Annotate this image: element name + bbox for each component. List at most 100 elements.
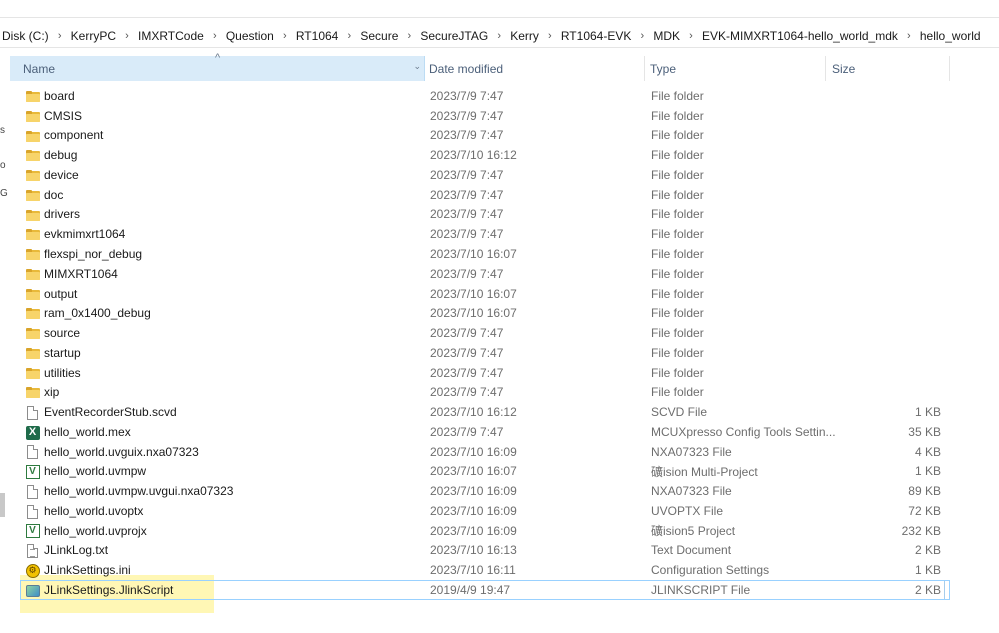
file-type: File folder (651, 207, 704, 222)
breadcrumb-item[interactable]: EVK-MIMXRT1064-hello_world_mdk (696, 25, 904, 47)
file-name: hello_world.mex (44, 424, 131, 439)
chevron-right-icon[interactable]: › (545, 25, 555, 47)
chevron-right-icon[interactable]: › (122, 25, 132, 47)
file-row[interactable]: Vhello_world.uvmpw 2023/7/10 16:07 礦ision … (20, 462, 950, 482)
address-breadcrumb-bar[interactable]: Disk (C:) › KerryPC › IMXRTCode › Question › RT1… (0, 24, 999, 48)
file-type: File folder (651, 306, 704, 321)
file-name: hello_world.uvprojx (44, 523, 147, 538)
file-name: hello_world.uvmpw (44, 464, 147, 479)
document-icon (25, 445, 40, 460)
file-type: File folder (651, 167, 704, 182)
breadcrumb-item[interactable]: IMXRTCode (132, 25, 210, 47)
file-name: doc (44, 187, 64, 202)
file-row[interactable]: Xhello_world.mex 2023/7/9 7:47 MCUXpresso … (20, 422, 950, 442)
chevron-down-icon[interactable]: ⌄ (413, 61, 421, 72)
file-row[interactable]: evkmimxrt1064 2023/7/9 7:47 File folder (20, 224, 950, 244)
file-row[interactable]: startup 2023/7/9 7:47 File folder (20, 343, 950, 363)
column-header-date[interactable]: Date modified (424, 56, 645, 81)
file-row[interactable]: JLinkLog.txt 2023/7/10 16:13 Text Document… (20, 541, 950, 561)
breadcrumb-item[interactable]: RT1064 (290, 25, 344, 47)
file-name: hello_world.uvoptx (44, 503, 144, 518)
breadcrumb-item[interactable]: MDK (647, 25, 686, 47)
file-row[interactable]: output 2023/7/10 16:07 File folder (20, 284, 950, 304)
file-type: File folder (651, 365, 704, 380)
file-row[interactable]: EventRecorderStub.scvd 2023/7/10 16:12 SCV… (20, 402, 950, 422)
file-row[interactable]: hello_world.uvoptx 2023/7/10 16:09 UVOPTX … (20, 501, 950, 521)
file-name: EventRecorderStub.scvd (44, 405, 177, 420)
chevron-right-icon[interactable]: › (404, 25, 414, 47)
breadcrumb-item[interactable]: KerryPC (65, 25, 122, 47)
file-name: hello_world.uvguix.nxa07323 (44, 444, 199, 459)
folder-icon (25, 129, 40, 144)
breadcrumb-item[interactable]: Secure (354, 25, 404, 47)
mcuxpresso-config-icon: X (25, 425, 40, 440)
file-size: 2 KB (914, 583, 941, 598)
file-row[interactable]: debug 2023/7/10 16:12 File folder (20, 145, 950, 165)
file-row[interactable]: Vhello_world.uvprojx 2023/7/10 16:09 礦isio… (20, 521, 950, 541)
folder-icon (25, 89, 40, 104)
file-row[interactable]: ram_0x1400_debug 2023/7/10 16:07 File fold… (20, 303, 950, 323)
file-type: File folder (651, 247, 704, 261)
file-type: MCUXpresso Config Tools Settin... (651, 424, 836, 439)
column-header-type[interactable]: Type (645, 56, 826, 81)
nav-pane-scrollbar-thumb[interactable] (0, 493, 5, 517)
file-name: JLinkSettings.ini (44, 563, 131, 578)
file-row[interactable]: source 2023/7/9 7:47 File folder (20, 323, 950, 343)
file-name: debug (44, 148, 78, 163)
chevron-up-icon: ^ (215, 52, 221, 64)
file-row[interactable]: MIMXRT1064 2023/7/9 7:47 File folder (20, 264, 950, 284)
file-date-modified: 2023/7/9 7:47 (430, 207, 504, 222)
chevron-right-icon[interactable]: › (686, 25, 696, 47)
column-header-size[interactable]: Size (826, 56, 950, 81)
breadcrumb-item[interactable]: Kerry (504, 25, 545, 47)
file-row[interactable]: doc 2023/7/9 7:47 File folder (20, 185, 950, 205)
file-row[interactable]: xip 2023/7/9 7:47 File folder (20, 382, 950, 402)
file-row[interactable]: utilities 2023/7/9 7:47 File folder (20, 363, 950, 383)
file-date-modified: 2023/7/10 16:11 (430, 563, 516, 578)
file-name: xip (44, 385, 60, 400)
file-size: 1 KB (914, 405, 941, 420)
file-name: MIMXRT1064 (44, 266, 118, 281)
file-type: File folder (651, 148, 704, 163)
folder-icon (25, 109, 40, 124)
chevron-right-icon[interactable]: › (55, 25, 65, 47)
config-settings-icon: ⚙ (25, 563, 40, 578)
breadcrumb-item[interactable]: Question (220, 25, 280, 47)
chevron-right-icon[interactable]: › (904, 25, 914, 47)
file-row[interactable]: JLinkSettings.JlinkScript 2019/4/9 19:47 J… (20, 580, 950, 600)
file-row[interactable]: hello_world.uvguix.nxa07323 2023/7/10 16:… (20, 442, 950, 462)
chevron-right-icon[interactable]: › (494, 25, 504, 47)
folder-icon (25, 227, 40, 242)
file-date-modified: 2023/7/10 16:09 (430, 444, 517, 459)
nav-pane-fragment: o (0, 160, 6, 171)
file-name: output (44, 286, 78, 301)
file-row[interactable]: flexspi_nor_debug 2023/7/10 16:07 File fol… (20, 244, 950, 264)
breadcrumb-item[interactable]: hello_world (914, 25, 987, 47)
breadcrumb-item[interactable]: RT1064-EVK (555, 25, 637, 47)
folder-icon (25, 168, 40, 183)
file-date-modified: 2023/7/10 16:07 (430, 247, 517, 261)
file-name: utilities (44, 365, 81, 380)
file-type: File folder (651, 88, 704, 103)
column-header-name[interactable]: Name ^ ⌄ (10, 52, 425, 81)
file-type: File folder (651, 128, 704, 143)
breadcrumb-item[interactable]: SecureJTAG (414, 25, 494, 47)
file-row[interactable]: drivers 2023/7/9 7:47 File folder (20, 205, 950, 225)
breadcrumb-item[interactable]: Disk (C:) (0, 25, 55, 47)
file-name: startup (44, 345, 81, 360)
file-row[interactable]: ⚙ JLinkSettings.ini 2023/7/10 16:11 Configu… (20, 560, 950, 580)
chevron-right-icon[interactable]: › (210, 25, 220, 47)
file-row[interactable]: board 2023/7/9 7:47 File folder (20, 86, 950, 106)
file-type: File folder (651, 108, 704, 123)
chevron-right-icon[interactable]: › (280, 25, 290, 47)
file-row[interactable]: hello_world.uvmpw.uvgui.nxa07323 2023/7/1… (20, 481, 950, 501)
file-row[interactable]: device 2023/7/9 7:47 File folder (20, 165, 950, 185)
chevron-right-icon[interactable]: › (344, 25, 354, 47)
document-icon (25, 405, 40, 420)
file-date-modified: 2023/7/9 7:47 (430, 345, 504, 360)
chevron-right-icon[interactable]: › (637, 25, 647, 47)
top-strip-divider (0, 17, 999, 18)
file-row[interactable]: CMSIS 2023/7/9 7:47 File folder (20, 106, 950, 126)
file-row[interactable]: component 2023/7/9 7:47 File folder (20, 126, 950, 146)
file-size: 1 KB (914, 563, 941, 578)
